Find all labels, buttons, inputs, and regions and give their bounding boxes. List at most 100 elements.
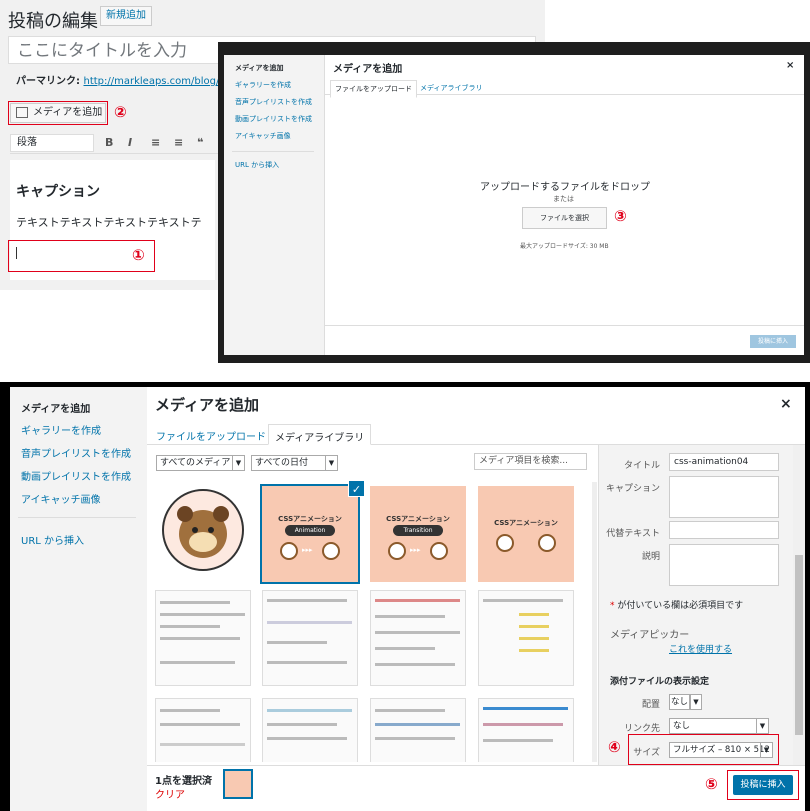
tanuki-icon bbox=[430, 542, 448, 560]
grid-scrollbar[interactable] bbox=[592, 482, 597, 762]
link-to-select[interactable]: なし ▼ bbox=[669, 718, 769, 734]
media-thumb-css[interactable]: CSSアニメーション bbox=[478, 486, 574, 582]
numbered-list-icon[interactable]: ≡ bbox=[174, 136, 183, 149]
text-line bbox=[267, 621, 352, 624]
annotation-box-2 bbox=[8, 101, 108, 125]
tab-library[interactable]: メディアライブラリ bbox=[416, 80, 487, 96]
text-line bbox=[519, 637, 549, 640]
checkmark-icon[interactable]: ✓ bbox=[348, 480, 365, 497]
tab-upload[interactable]: ファイルをアップロード bbox=[150, 424, 272, 445]
media-thumb-screenshot[interactable] bbox=[370, 590, 466, 686]
close-icon[interactable]: × bbox=[786, 60, 794, 71]
clear-selection-link[interactable]: クリア bbox=[155, 786, 185, 801]
text-line bbox=[160, 743, 245, 746]
text-line bbox=[160, 637, 240, 640]
media-thumb-transition[interactable]: CSSアニメーション Transition ▸▸▸ bbox=[370, 486, 466, 582]
text-line bbox=[160, 601, 230, 604]
text-line bbox=[375, 663, 455, 666]
modal-title: メディアを追加 bbox=[155, 396, 259, 414]
tab-library[interactable]: メディアライブラリ bbox=[268, 424, 372, 445]
media-thumb-screenshot[interactable] bbox=[155, 698, 251, 762]
caption-field[interactable] bbox=[669, 476, 779, 518]
media-thumb-screenshot[interactable] bbox=[370, 698, 466, 762]
sidebar-item-url[interactable]: URL から挿入 bbox=[21, 532, 84, 547]
sidebar-item-video[interactable]: 動画プレイリストを作成 bbox=[235, 114, 312, 124]
sidebar-item-video[interactable]: 動画プレイリストを作成 bbox=[21, 468, 131, 483]
selection-count: 1点を選択済 bbox=[155, 776, 212, 787]
title-field[interactable]: css-animation04 bbox=[669, 453, 779, 471]
media-thumb-screenshot[interactable] bbox=[478, 590, 574, 686]
tanuki-icon bbox=[496, 534, 514, 552]
chevron-down-icon: ▼ bbox=[325, 456, 337, 470]
media-type-filter[interactable]: すべてのメディア ▼ bbox=[156, 455, 245, 471]
thumb-title: CSSアニメーション bbox=[386, 515, 450, 523]
media-thumb-screenshot[interactable] bbox=[262, 590, 358, 686]
arrow-icon: ▸▸▸ bbox=[410, 546, 421, 554]
insert-button-disabled[interactable]: 投稿に挿入 bbox=[750, 335, 796, 348]
sidebar-item-gallery[interactable]: ギャラリーを作成 bbox=[21, 422, 101, 437]
text-line bbox=[267, 737, 347, 740]
text-line bbox=[375, 615, 445, 618]
text-line bbox=[267, 709, 352, 712]
content-text: テキストテキストテキストテキストテ bbox=[16, 216, 202, 229]
sidebar-item-add-media[interactable]: メディアを追加 bbox=[235, 63, 284, 73]
sidebar-item-audio[interactable]: 音声プレイリストを作成 bbox=[21, 445, 131, 460]
media-thumb-animation[interactable]: CSSアニメーション Animation ▸▸▸ bbox=[260, 484, 360, 584]
annotation-5: ⑤ bbox=[705, 775, 718, 793]
scrollbar-thumb[interactable] bbox=[795, 555, 803, 735]
thumb-pill: Transition bbox=[393, 525, 443, 536]
sidebar-item-url[interactable]: URL から挿入 bbox=[235, 160, 279, 170]
media-thumb-screenshot[interactable] bbox=[478, 698, 574, 762]
description-field[interactable] bbox=[669, 544, 779, 586]
link-to-value: なし bbox=[673, 721, 691, 731]
bold-icon[interactable]: B bbox=[105, 136, 113, 149]
sidebar-item-featured[interactable]: アイキャッチ画像 bbox=[21, 491, 101, 506]
sidebar-item-audio[interactable]: 音声プレイリストを作成 bbox=[235, 97, 312, 107]
details-scrollbar[interactable] bbox=[793, 445, 805, 765]
media-thumb-tanuki[interactable] bbox=[155, 482, 251, 578]
selected-thumb[interactable] bbox=[223, 769, 253, 799]
align-label: 配置 bbox=[641, 700, 660, 710]
media-thumb-screenshot[interactable] bbox=[155, 590, 251, 686]
text-line bbox=[267, 661, 347, 664]
text-line bbox=[375, 723, 460, 726]
sidebar-item-add-media[interactable]: メディアを追加 bbox=[21, 400, 90, 415]
bullet-list-icon[interactable]: ≡ bbox=[151, 136, 160, 149]
or-text: または bbox=[553, 195, 574, 203]
chevron-down-icon: ▼ bbox=[756, 719, 768, 733]
date-filter[interactable]: すべての日付 ▼ bbox=[251, 455, 338, 471]
sidebar-divider bbox=[232, 151, 314, 152]
media-thumb-screenshot[interactable] bbox=[262, 698, 358, 762]
description-label: 説明 bbox=[641, 552, 660, 562]
format-select[interactable]: 段落 bbox=[10, 134, 94, 152]
text-line bbox=[267, 641, 327, 644]
text-line bbox=[483, 739, 553, 742]
required-note: * が付いている欄は必須項目です bbox=[610, 598, 743, 611]
tanuki-icon bbox=[280, 542, 298, 560]
select-files-button[interactable]: ファイルを選択 bbox=[522, 207, 607, 229]
text-line bbox=[267, 723, 337, 726]
align-select[interactable]: なし bbox=[669, 694, 690, 710]
quote-icon[interactable]: ❝ bbox=[197, 136, 203, 149]
media-picker-label: メディアピッカー bbox=[610, 630, 690, 641]
modal-footer bbox=[325, 325, 804, 355]
sidebar-item-gallery[interactable]: ギャラリーを作成 bbox=[235, 80, 291, 90]
caption-label: キャプション bbox=[605, 484, 660, 494]
new-post-button[interactable]: 新規追加 bbox=[100, 6, 152, 26]
italic-icon[interactable]: I bbox=[128, 136, 132, 149]
title-label: タイトル bbox=[623, 461, 660, 471]
media-grid: CSSアニメーション Animation ▸▸▸ CSSアニメーション Tran… bbox=[155, 482, 595, 762]
page-title: 投稿の編集 bbox=[8, 11, 98, 32]
sidebar-item-featured[interactable]: アイキャッチ画像 bbox=[235, 131, 291, 141]
thumb-pill: Animation bbox=[285, 525, 335, 536]
arrow-icon: ▸▸▸ bbox=[302, 546, 313, 554]
annotation-2: ② bbox=[114, 103, 127, 121]
chevron-down-icon[interactable]: ▼ bbox=[690, 694, 702, 710]
tab-upload[interactable]: ファイルをアップロード bbox=[330, 80, 417, 98]
close-icon[interactable]: × bbox=[780, 396, 792, 412]
max-upload-size: 最大アップロードサイズ: 30 MB bbox=[520, 243, 609, 250]
media-search-input[interactable]: メディア項目を検索... bbox=[474, 453, 587, 470]
alt-text-field[interactable] bbox=[669, 521, 779, 539]
text-line bbox=[160, 613, 245, 616]
use-this-link[interactable]: これを使用する bbox=[669, 642, 732, 655]
